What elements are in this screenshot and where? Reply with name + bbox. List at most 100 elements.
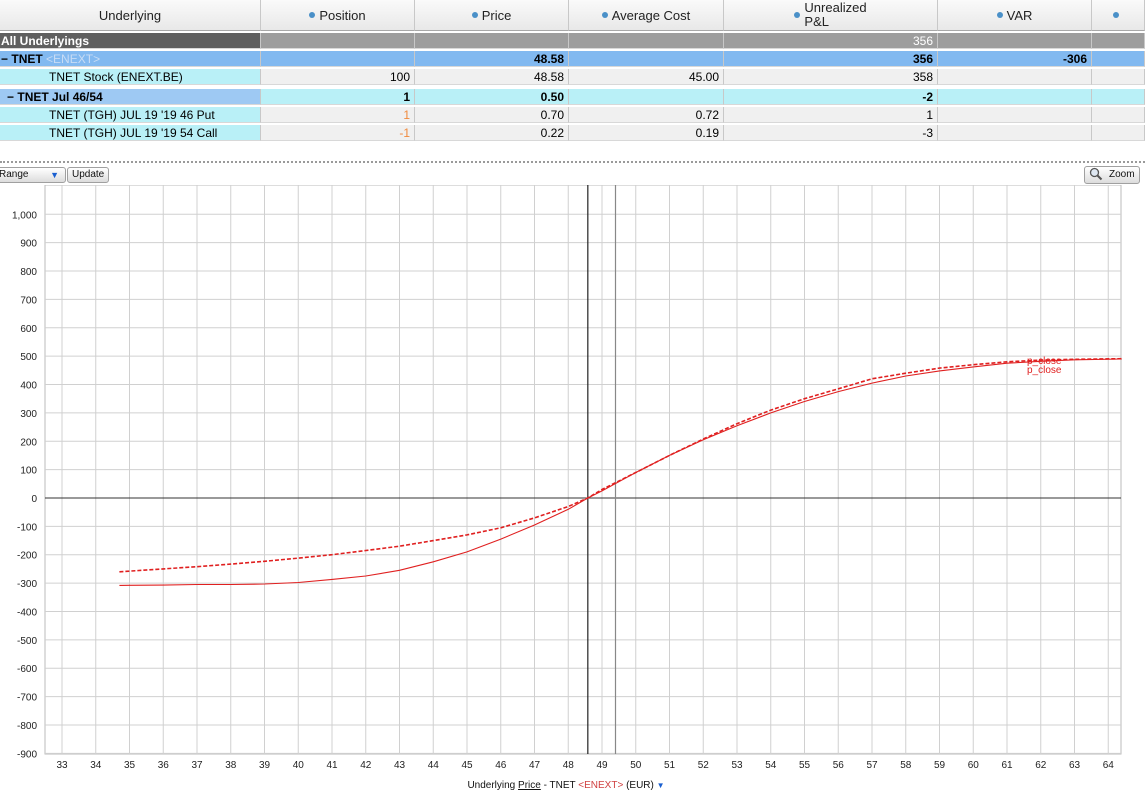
y-tick-label: 700	[20, 295, 37, 306]
table-row-tnet[interactable]: − TNET <ENEXT> 48.58 356 -306	[0, 51, 1145, 67]
cell-position	[261, 51, 415, 67]
x-tick-label: 53	[731, 760, 743, 771]
x-tick-label: 44	[428, 760, 440, 771]
x-tick-label: 33	[56, 760, 68, 771]
update-button[interactable]: Update	[67, 167, 110, 183]
table-row-combo[interactable]: − TNET Jul 46/54 1 0.50 -2	[0, 89, 1145, 105]
x-tick-label: 57	[866, 760, 878, 771]
table-row-put[interactable]: TNET (TGH) JUL 19 '19 46 Put 1 0.70 0.72…	[0, 107, 1145, 123]
cell-position: 100	[261, 69, 415, 85]
sort-dot-icon	[471, 12, 478, 18]
cell-extra	[1092, 107, 1145, 123]
x-tick-label: 39	[259, 760, 271, 771]
row-label: − TNET <ENEXT>	[0, 51, 261, 67]
column-header-label-line2: P&L	[804, 14, 829, 29]
row-label: TNET (TGH) JUL 19 '19 54 Call	[0, 125, 261, 141]
y-tick-label: 600	[20, 324, 37, 335]
column-header-underlying[interactable]: Underlying	[0, 0, 261, 31]
x-tick-label: 62	[1035, 760, 1047, 771]
column-header-position[interactable]: Position	[261, 0, 415, 31]
cell-average-cost	[569, 51, 724, 67]
collapse-toggle-icon[interactable]: −	[7, 90, 14, 104]
combo-name: TNET Jul 46/54	[17, 90, 103, 104]
cell-price: 0.22	[415, 125, 569, 141]
row-label: TNET Stock (ENEXT.BE)	[0, 69, 261, 85]
column-header-label-line1: Unrealized	[804, 0, 867, 15]
cell-position: 1	[261, 89, 415, 105]
y-tick-label: 800	[20, 267, 37, 278]
x-tick-label: 42	[360, 760, 372, 771]
x-tick-label: 58	[900, 760, 912, 771]
zoom-button[interactable]: Zoom	[1084, 166, 1140, 184]
cell-extra	[1092, 33, 1145, 49]
panel-splitter[interactable]	[0, 161, 1145, 163]
sort-dot-icon	[309, 12, 316, 18]
column-header-price[interactable]: Price	[415, 0, 569, 31]
sort-dot-icon	[601, 12, 608, 18]
exchange-tag: <ENEXT>	[46, 52, 101, 66]
cell-var	[938, 69, 1092, 85]
y-tick-label: -100	[17, 522, 37, 533]
sort-dot-icon	[794, 12, 801, 18]
x-tick-label: 34	[90, 760, 102, 771]
cell-var	[938, 89, 1092, 105]
zoom-button-label: Zoom	[1109, 169, 1135, 180]
cell-extra	[1092, 51, 1145, 67]
x-tick-label: 56	[833, 760, 845, 771]
y-tick-label: -900	[17, 749, 37, 760]
range-dropdown[interactable]: Range ▼	[0, 167, 66, 183]
cell-position: 1	[261, 107, 415, 123]
cell-var: -306	[938, 51, 1092, 67]
table-row-call[interactable]: TNET (TGH) JUL 19 '19 54 Call -1 0.22 0.…	[0, 125, 1145, 141]
cell-average-cost	[569, 89, 724, 105]
x-tick-label: 64	[1103, 760, 1115, 771]
cell-unrealized-pnl: 1	[724, 107, 938, 123]
y-tick-label: 900	[20, 239, 37, 250]
sort-dot-icon	[996, 12, 1003, 18]
cell-price	[415, 33, 569, 49]
update-button-label: Update	[72, 169, 105, 180]
column-header-label: Average Cost	[611, 7, 691, 23]
pnl-chart[interactable]: 33 34 35 36 37 38 39 40 41 42 43 44 45 46 47 48 49 50 51 52…	[0, 185, 1145, 793]
cell-extra	[1092, 89, 1145, 105]
cell-price: 0.70	[415, 107, 569, 123]
x-axis-label[interactable]: Underlying Price - TNET <ENEXT> (EUR) ▼	[467, 780, 664, 791]
y-tick-label: 100	[20, 466, 37, 477]
x-tick-label: 35	[124, 760, 136, 771]
x-tick-label: 37	[191, 760, 203, 771]
x-tick-label: 41	[326, 760, 338, 771]
table-row-all-underlyings[interactable]: All Underlyings 356	[0, 33, 1145, 49]
column-header-extra[interactable]	[1092, 0, 1145, 31]
column-header-average-cost[interactable]: Average Cost	[569, 0, 724, 31]
x-tick-label: 51	[664, 760, 676, 771]
column-header-label: VAR	[1006, 7, 1033, 23]
table-row-stock[interactable]: TNET Stock (ENEXT.BE) 100 48.58 45.00 35…	[0, 69, 1145, 85]
column-header-unrealized-pnl[interactable]: Unrealized P&L	[724, 0, 938, 31]
x-tick-label: 61	[1001, 760, 1013, 771]
cell-unrealized-pnl: -3	[724, 125, 938, 141]
x-tick-label: 46	[495, 760, 507, 771]
cell-average-cost: 0.19	[569, 125, 724, 141]
x-tick-label: 49	[596, 760, 608, 771]
column-header-var[interactable]: VAR	[938, 0, 1092, 31]
magnifier-icon	[1089, 167, 1103, 187]
x-tick-label: 43	[394, 760, 406, 771]
y-tick-label: -600	[17, 664, 37, 675]
x-tick-label: 59	[934, 760, 946, 771]
cell-var	[938, 125, 1092, 141]
y-tick-label: 0	[31, 494, 37, 505]
cell-extra	[1092, 69, 1145, 85]
cell-unrealized-pnl: -2	[724, 89, 938, 105]
x-tick-label: 54	[765, 760, 777, 771]
collapse-toggle-icon[interactable]: −	[1, 52, 8, 66]
cell-unrealized-pnl: 358	[724, 69, 938, 85]
cell-var	[938, 33, 1092, 49]
cell-average-cost: 45.00	[569, 69, 724, 85]
cell-average-cost	[569, 33, 724, 49]
sort-dot-icon	[1113, 12, 1119, 18]
series-label: p_close	[1027, 356, 1062, 367]
x-tick-label: 50	[630, 760, 642, 771]
x-tick-label: 38	[225, 760, 237, 771]
y-tick-label: -700	[17, 693, 37, 704]
x-tick-label: 63	[1069, 760, 1081, 771]
